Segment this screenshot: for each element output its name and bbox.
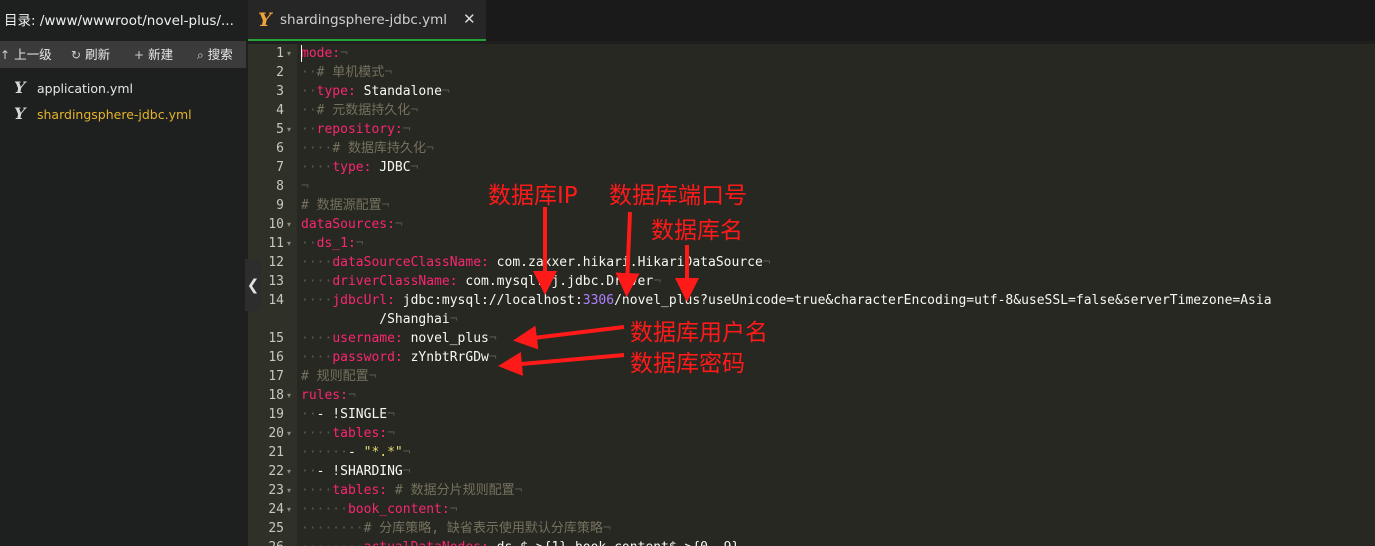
arrow-to-password [498, 351, 625, 376]
arrow-to-port [615, 211, 640, 297]
arrow-to-username [513, 325, 625, 350]
annotation-arrows [498, 207, 699, 376]
